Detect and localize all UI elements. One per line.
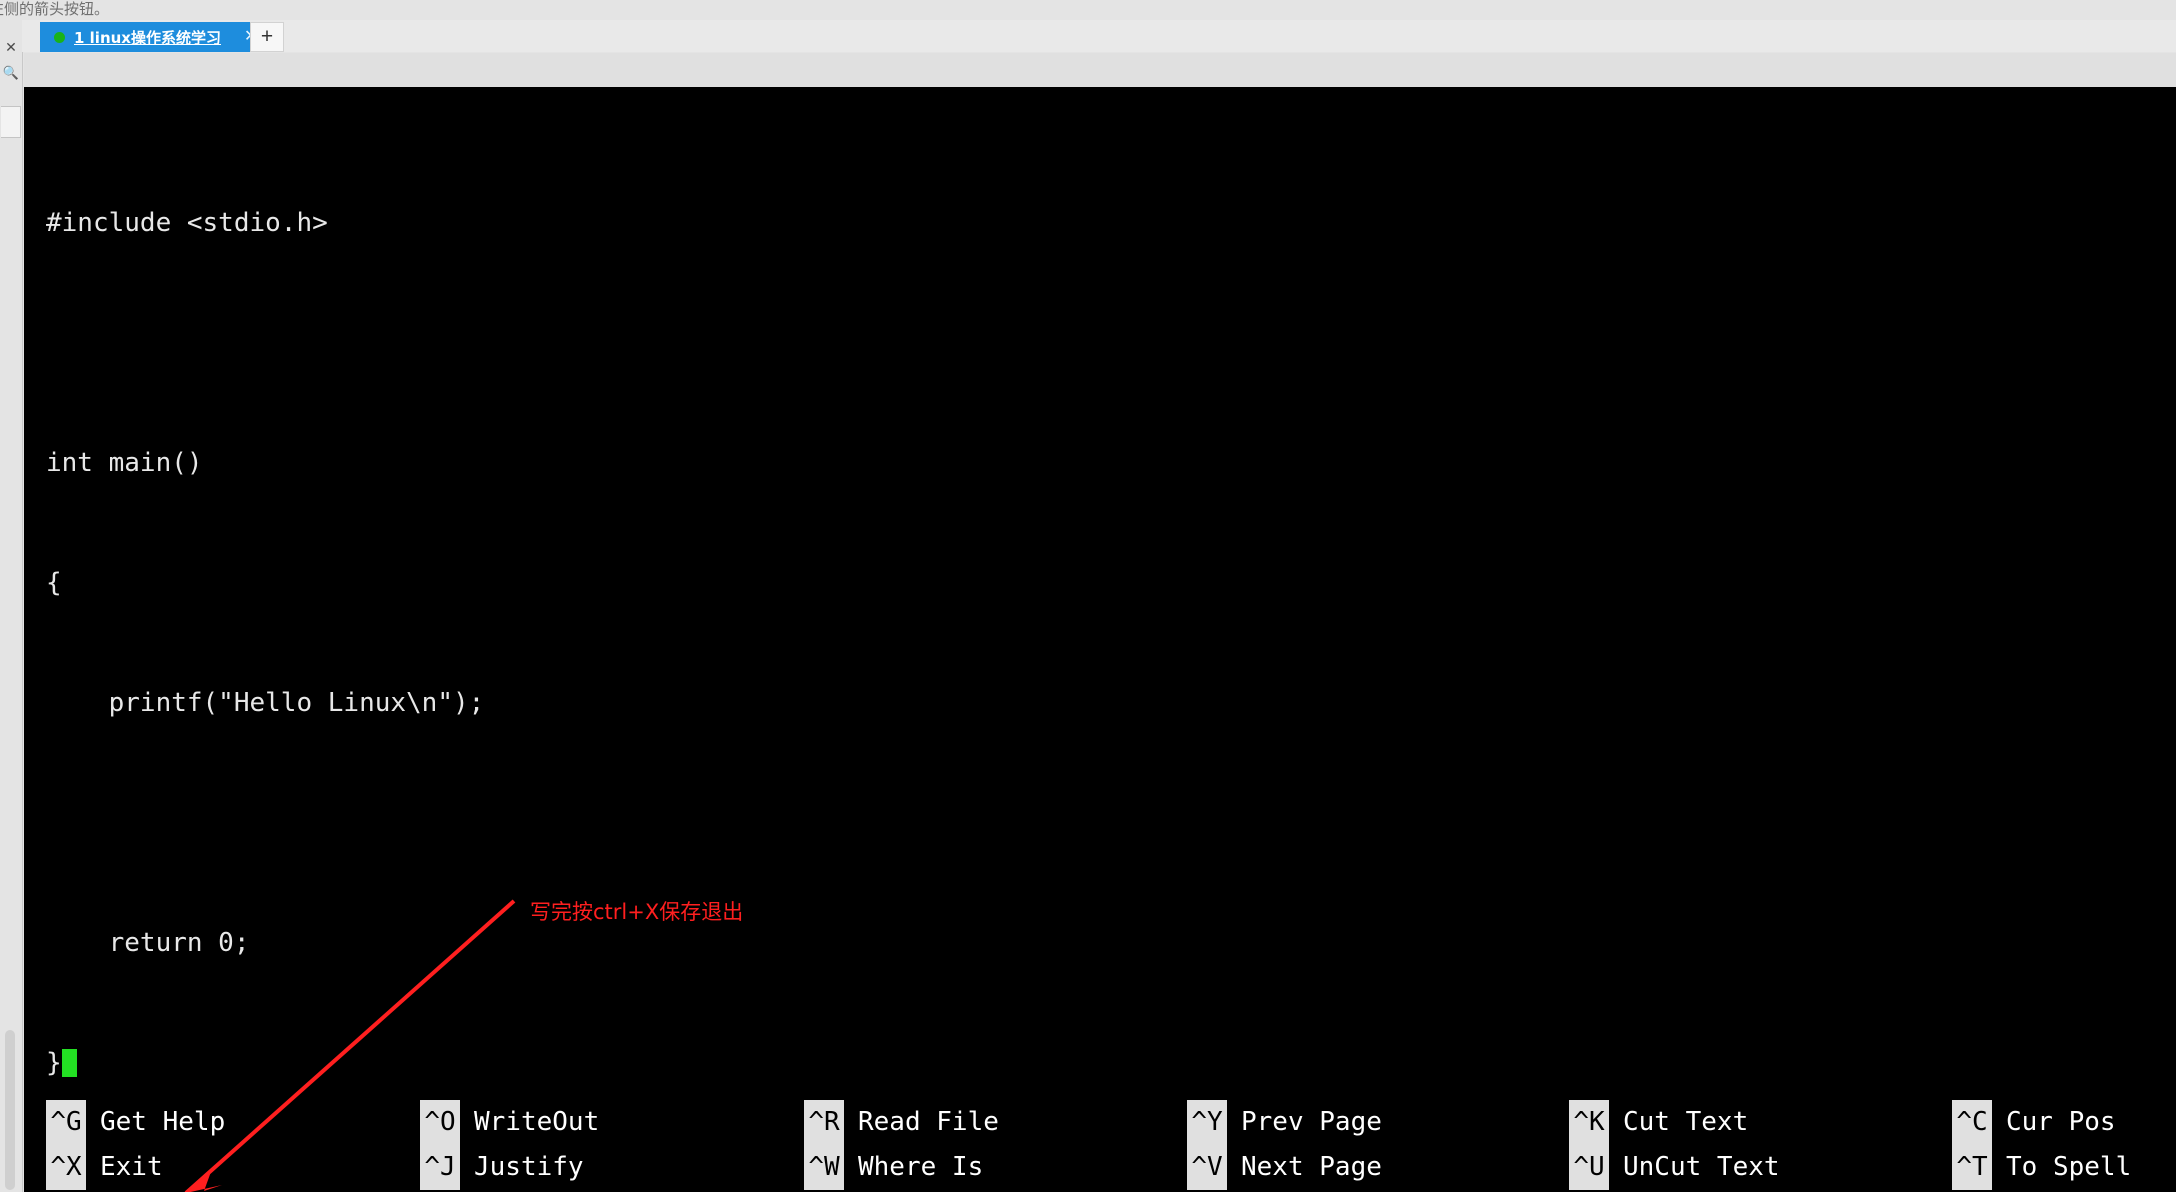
- code-line: int main(): [46, 448, 203, 478]
- hint-strip: 击左侧的箭头按钮。: [0, 0, 2176, 20]
- shortcut-column: ^Y Prev Page ^V Next Page: [1187, 1100, 1382, 1190]
- shortcut-item[interactable]: ^O WriteOut: [420, 1100, 599, 1145]
- nano-editor-body[interactable]: #include <stdio.h> int main() { printf("…: [24, 87, 2176, 1088]
- shortcut-label: Cut Text: [1623, 1107, 1749, 1137]
- shortcut-label: Next Page: [1241, 1152, 1382, 1182]
- shortcut-key: ^G: [46, 1100, 86, 1145]
- rail-panel-box: [1, 106, 21, 138]
- shortcut-label: UnCut Text: [1623, 1152, 1780, 1182]
- vertical-scrollbar-thumb[interactable]: [5, 1030, 15, 1190]
- shortcut-label: Exit: [100, 1152, 163, 1182]
- shortcut-column: ^G Get Help ^X Exit: [46, 1100, 225, 1190]
- shortcut-item[interactable]: ^G Get Help: [46, 1100, 225, 1145]
- shortcut-column: ^R Read File ^W Where Is: [804, 1100, 999, 1190]
- tab-bar: 1 linux操作系统学习 ✕ +: [22, 20, 2176, 52]
- shortcut-item[interactable]: ^C Cur Pos: [1952, 1100, 2131, 1145]
- shortcut-item[interactable]: ^J Justify: [420, 1145, 599, 1190]
- shortcut-item[interactable]: ^W Where Is: [804, 1145, 999, 1190]
- shortcut-item[interactable]: ^Y Prev Page: [1187, 1100, 1382, 1145]
- shortcut-item[interactable]: ^U UnCut Text: [1569, 1145, 1780, 1190]
- shortcut-key: ^T: [1952, 1145, 1992, 1190]
- shortcut-key: ^C: [1952, 1100, 1992, 1145]
- shortcut-key: ^W: [804, 1145, 844, 1190]
- tab-status-dot: [54, 31, 65, 43]
- shortcut-label: Get Help: [100, 1107, 226, 1137]
- code-line: #include <stdio.h>: [46, 208, 328, 238]
- shortcut-label: WriteOut: [474, 1107, 600, 1137]
- tab-title: 1 linux操作系统学习: [74, 28, 221, 47]
- code-line: return 0;: [46, 928, 250, 958]
- shortcut-label: Cur Pos: [2006, 1107, 2116, 1137]
- code-line: printf("Hello Linux\n");: [46, 688, 485, 718]
- shortcut-key: ^K: [1569, 1100, 1609, 1145]
- close-icon[interactable]: ✕: [2, 38, 20, 56]
- shortcut-item[interactable]: ^K Cut Text: [1569, 1100, 1780, 1145]
- shortcut-label: Read File: [858, 1107, 999, 1137]
- shortcut-column: ^K Cut Text ^U UnCut Text: [1569, 1100, 1780, 1190]
- shortcut-item[interactable]: ^T To Spell: [1952, 1145, 2131, 1190]
- host-app-background: 击左侧的箭头按钮。 ✕ 🔍 1 linux操作系统学习 ✕ + GNU nano…: [0, 0, 2176, 1192]
- shortcut-label: Where Is: [858, 1152, 984, 1182]
- shortcut-key: ^X: [46, 1145, 86, 1190]
- shortcut-key: ^V: [1187, 1145, 1227, 1190]
- shortcut-key: ^R: [804, 1100, 844, 1145]
- code-line-with-cursor: }: [46, 1043, 2176, 1083]
- shortcut-column: ^C Cur Pos ^T To Spell: [1952, 1100, 2131, 1190]
- shortcut-item[interactable]: ^V Next Page: [1187, 1145, 1382, 1190]
- shortcut-label: Justify: [474, 1152, 584, 1182]
- code-line: {: [46, 568, 62, 598]
- shortcut-label: To Spell: [2006, 1152, 2132, 1182]
- shortcut-key: ^J: [420, 1145, 460, 1190]
- shortcut-key: ^U: [1569, 1145, 1609, 1190]
- shortcut-label: Prev Page: [1241, 1107, 1382, 1137]
- shortcut-item[interactable]: ^X Exit: [46, 1145, 225, 1190]
- shortcut-item[interactable]: ^R Read File: [804, 1100, 999, 1145]
- annotation-text: 写完按ctrl+X保存退出: [530, 900, 744, 924]
- shortcut-column: ^O WriteOut ^J Justify: [420, 1100, 599, 1190]
- new-tab-button[interactable]: +: [250, 22, 284, 52]
- code-line-text: }: [46, 1048, 62, 1078]
- tab-linux-os-study[interactable]: 1 linux操作系统学习 ✕: [40, 22, 272, 52]
- text-cursor: [61, 1049, 77, 1077]
- shortcut-key: ^O: [420, 1100, 460, 1145]
- nano-shortcut-bar: ^G Get Help ^X Exit ^O WriteOut ^J Justi…: [24, 1092, 2176, 1192]
- nano-title-bar: GNU nano 2.3.1 File: test.c Mo: [24, 53, 2176, 187]
- hint-strip-text: 击左侧的箭头按钮。: [0, 0, 110, 18]
- left-rail: ✕ 🔍: [0, 20, 23, 1192]
- shortcut-key: ^Y: [1187, 1100, 1227, 1145]
- terminal-window[interactable]: GNU nano 2.3.1 File: test.c Mo #include …: [24, 53, 2176, 1192]
- search-icon[interactable]: 🔍: [2, 64, 20, 82]
